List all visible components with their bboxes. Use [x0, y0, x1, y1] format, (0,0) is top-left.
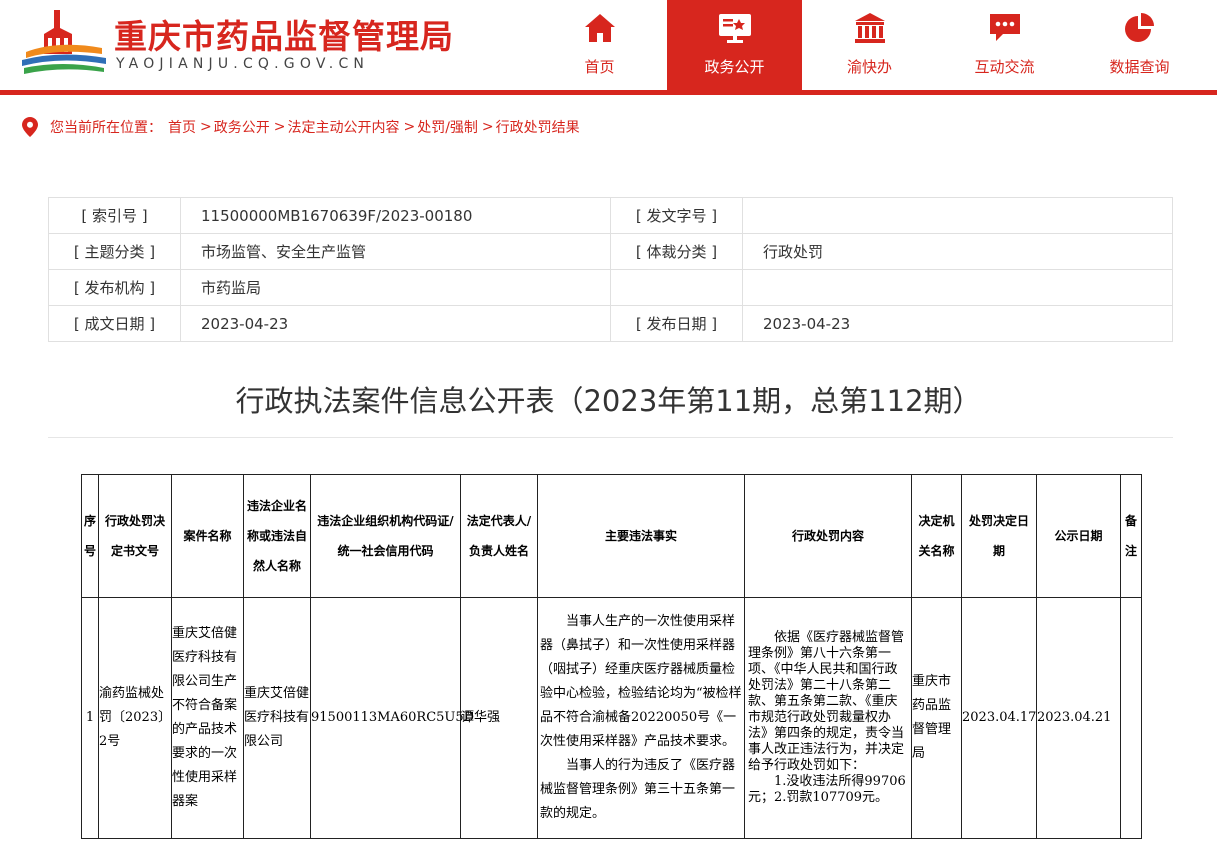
home-icon — [584, 14, 615, 42]
meta-row: [ 成文日期 ] 2023-04-23 [ 发布日期 ] 2023-04-23 — [48, 305, 1173, 342]
meta-value: 2023-04-23 — [180, 305, 611, 342]
pie-chart-icon — [1124, 13, 1154, 42]
breadcrumb: 您当前所在位置： 首页 > 政务公开 > 法定主动公开内容 > 处罚/强制 > … — [22, 116, 580, 138]
site-title[interactable]: 重庆市药品监督管理局 — [114, 10, 454, 58]
meta-key: [ 主题分类 ] — [48, 233, 181, 270]
location-pin-icon — [22, 117, 38, 137]
header-publish-date: 公示日期 — [1036, 474, 1121, 598]
site-header: 重庆市药品监督管理局 YAOJIANJU.CQ.GOV.CN 首页 政务公开 渝… — [0, 0, 1217, 90]
cell-decision-date: 2023.04.17 — [961, 597, 1037, 839]
breadcrumb-penalty-enforcement[interactable]: 处罚/强制 — [417, 117, 478, 137]
meta-key: [ 索引号 ] — [48, 197, 181, 234]
meta-key: [ 发布日期 ] — [610, 305, 743, 342]
nav-home[interactable]: 首页 — [532, 0, 667, 90]
header-violator: 违法企业名称或违法自然人名称 — [243, 474, 311, 598]
nav-interaction[interactable]: 互动交流 — [937, 0, 1072, 90]
cell-seq: 1 — [81, 597, 99, 839]
breadcrumb-home[interactable]: 首页 — [168, 117, 196, 137]
meta-key: [ 发布机构 ] — [48, 269, 181, 306]
document-meta-table: [ 索引号 ] 11500000MB1670639F/2023-00180 [ … — [48, 197, 1173, 342]
punishment-paragraph: 依据《医疗器械监督管理条例》第八十六条第一项、《中华人民共和国行政处罚法》第二十… — [748, 630, 905, 773]
meta-value: 11500000MB1670639F/2023-00180 — [180, 197, 611, 234]
meta-row: [ 索引号 ] 11500000MB1670639F/2023-00180 [ … — [48, 197, 1173, 234]
header-credit-code: 违法企业组织机构代码证/ 统一社会信用代码 — [310, 474, 461, 598]
cell-remark — [1120, 597, 1142, 839]
cell-facts: 当事人生产的一次性使用采样器（鼻拭子）和一次性使用采样器（咽拭子）经重庆医疗器械… — [537, 597, 745, 839]
meta-value: 2023-04-23 — [742, 305, 1173, 342]
meta-value: 市药监局 — [180, 269, 611, 306]
breadcrumb-separator: > — [403, 119, 416, 135]
meta-value — [742, 197, 1173, 234]
cell-case-name: 重庆艾倍健医疗科技有限公司生产不符合备案的产品技术要求的一次性使用采样器案 — [171, 597, 244, 839]
nav-data-query-label: 数据查询 — [1109, 58, 1170, 76]
meta-key — [610, 269, 743, 306]
header-case-name: 案件名称 — [171, 474, 244, 598]
breadcrumb-separator: > — [481, 119, 494, 135]
cell-credit-code: 91500113MA60RC5U5D — [310, 597, 474, 839]
header-divider — [0, 90, 1217, 95]
header-seq: 序号 — [81, 474, 99, 598]
nav-yukuaiban-label: 渝快办 — [846, 58, 892, 76]
site-domain: YAOJIANJU.CQ.GOV.CN — [116, 56, 370, 72]
meta-value — [742, 269, 1173, 306]
chat-bubble-icon — [989, 14, 1020, 41]
punishment-paragraph: 1.没收违法所得99706元；2.罚款107709元。 — [748, 774, 906, 805]
government-building-icon — [854, 13, 885, 43]
public-affairs-icon — [718, 14, 751, 43]
meta-key: [ 成文日期 ] — [48, 305, 181, 342]
site-logo[interactable] — [18, 8, 108, 76]
cell-violator: 重庆艾倍健医疗科技有限公司 — [243, 597, 311, 839]
title-divider — [48, 437, 1173, 438]
cell-publish-date: 2023.04.21 — [1036, 597, 1121, 839]
main-nav: 首页 政务公开 渝快办 互动交流 数据查询 — [532, 0, 1207, 90]
meta-key: [ 发文字号 ] — [610, 197, 743, 234]
breadcrumb-penalty-results[interactable]: 行政处罚结果 — [496, 117, 580, 137]
case-info-table: 序号 行政处罚决定书文号 案件名称 违法企业名称或违法自然人名称 违法企业组织机… — [81, 474, 1142, 839]
facts-paragraph: 当事人生产的一次性使用采样器（鼻拭子）和一次性使用采样器（咽拭子）经重庆医疗器械… — [540, 614, 742, 749]
breadcrumb-separator: > — [273, 119, 286, 135]
breadcrumb-statutory-disclosure[interactable]: 法定主动公开内容 — [287, 117, 399, 137]
header-legal-rep: 法定代表人/负责人姓名 — [460, 474, 538, 598]
nav-public-affairs[interactable]: 政务公开 — [667, 0, 802, 90]
nav-home-label: 首页 — [584, 58, 615, 76]
header-facts: 主要违法事实 — [537, 474, 745, 598]
nav-public-affairs-label: 政务公开 — [704, 58, 765, 76]
meta-key: [ 体裁分类 ] — [610, 233, 743, 270]
nav-yukuaiban[interactable]: 渝快办 — [802, 0, 937, 90]
breadcrumb-prefix: 您当前所在位置： — [50, 120, 162, 136]
header-decision-date: 处罚决定日期 — [961, 474, 1037, 598]
header-remark: 备注 — [1120, 474, 1142, 598]
cell-decision-no: 渝药监械处罚〔2023〕2号 — [98, 597, 172, 839]
meta-row: [ 主题分类 ] 市场监管、安全生产监管 [ 体裁分类 ] 行政处罚 — [48, 233, 1173, 270]
breadcrumb-separator: > — [200, 119, 212, 135]
facts-paragraph: 当事人的行为违反了《医疗器械监督管理条例》第三十五条第一款的规定。 — [540, 758, 736, 821]
cell-legal-rep: 谭华强 — [460, 597, 538, 839]
cell-authority: 重庆市药品监督管理局 — [911, 597, 962, 839]
meta-value: 行政处罚 — [742, 233, 1173, 270]
article-title: 行政执法案件信息公开表（2023年第11期，总第112期） — [235, 384, 982, 418]
header-decision-no: 行政处罚决定书文号 — [98, 474, 172, 598]
table-header-row: 序号 行政处罚决定书文号 案件名称 违法企业名称或违法自然人名称 违法企业组织机… — [81, 474, 1142, 598]
nav-interaction-label: 互动交流 — [974, 58, 1035, 76]
header-punishment: 行政处罚内容 — [744, 474, 912, 598]
table-row: 1 渝药监械处罚〔2023〕2号 重庆艾倍健医疗科技有限公司生产不符合备案的产品… — [81, 597, 1142, 839]
header-authority: 决定机关名称 — [911, 474, 962, 598]
cell-punishment: 依据《医疗器械监督管理条例》第八十六条第一项、《中华人民共和国行政处罚法》第二十… — [744, 597, 912, 839]
breadcrumb-public-affairs[interactable]: 政务公开 — [214, 117, 270, 137]
nav-data-query[interactable]: 数据查询 — [1072, 0, 1207, 90]
meta-value: 市场监管、安全生产监管 — [180, 233, 611, 270]
meta-row: [ 发布机构 ] 市药监局 — [48, 269, 1173, 306]
